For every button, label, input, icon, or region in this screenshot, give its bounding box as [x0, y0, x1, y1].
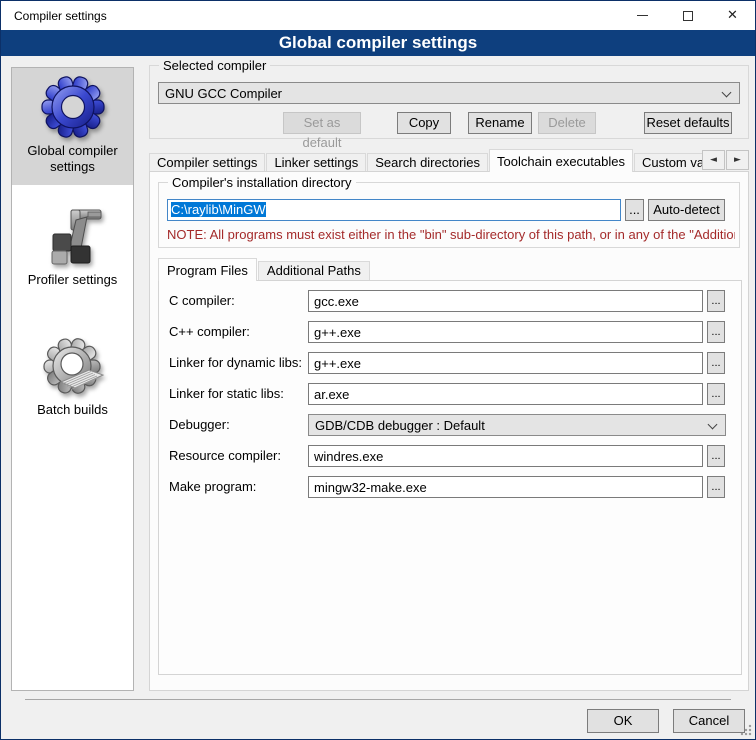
- cpp-compiler-browse-button[interactable]: ...: [707, 321, 725, 343]
- cancel-button[interactable]: Cancel: [673, 709, 745, 733]
- debugger-label: Debugger:: [169, 414, 230, 436]
- cpp-compiler-row: C++ compiler: ...: [159, 321, 741, 343]
- arrow-right-icon: ►: [734, 155, 741, 165]
- footer-divider: [25, 699, 731, 700]
- cpp-compiler-input[interactable]: [308, 321, 703, 343]
- caliper-blocks-icon: [41, 204, 105, 268]
- tab-toolchain-executables[interactable]: Toolchain executables: [489, 149, 633, 172]
- tab-compiler-settings[interactable]: Compiler settings: [149, 153, 265, 172]
- dynamic-linker-row: Linker for dynamic libs: ...: [159, 352, 741, 374]
- auto-detect-button[interactable]: Auto-detect: [648, 199, 725, 221]
- minimize-button[interactable]: [620, 1, 665, 30]
- sidebar-item-label: Batch builds: [37, 402, 108, 417]
- titlebar[interactable]: Compiler settings ✕: [1, 1, 755, 30]
- sidebar-item-profiler-settings[interactable]: Profiler settings: [12, 197, 133, 297]
- bin-subdirectory-note: NOTE: All programs must exist either in …: [167, 227, 735, 242]
- dynamic-linker-input[interactable]: [308, 352, 703, 374]
- debugger-row: Debugger: GDB/CDB debugger : Default: [159, 414, 741, 436]
- tab-search-directories[interactable]: Search directories: [367, 153, 488, 172]
- installation-directory-group-label: Compiler's installation directory: [168, 175, 356, 190]
- dialog-content: Global compiler settings: [1, 56, 755, 739]
- dynamic-linker-label: Linker for dynamic libs:: [169, 352, 302, 374]
- c-compiler-label: C compiler:: [169, 290, 235, 312]
- copy-button[interactable]: Copy: [397, 112, 451, 134]
- installation-directory-input[interactable]: C:\raylib\MinGW: [167, 199, 621, 221]
- c-compiler-input[interactable]: [308, 290, 703, 312]
- browse-directory-button[interactable]: ...: [625, 199, 644, 221]
- sidebar-item-label: Global compiler settings: [27, 143, 117, 174]
- static-linker-browse-button[interactable]: ...: [707, 383, 725, 405]
- program-files-panel: C compiler: ... C++ compiler: ... Linker…: [158, 280, 742, 675]
- sidebar-item-global-compiler-settings[interactable]: Global compiler settings: [12, 68, 133, 185]
- tab-linker-settings[interactable]: Linker settings: [266, 153, 366, 172]
- tab-program-files[interactable]: Program Files: [158, 258, 257, 281]
- c-compiler-browse-button[interactable]: ...: [707, 290, 725, 312]
- blue-gear-icon: [41, 75, 105, 139]
- set-as-default-button[interactable]: Set as default: [283, 112, 361, 134]
- installation-directory-value: C:\raylib\MinGW: [171, 202, 266, 217]
- page-title: Global compiler settings: [1, 30, 755, 56]
- sidebar-item-label: Profiler settings: [28, 272, 118, 287]
- static-linker-row: Linker for static libs: ...: [159, 383, 741, 405]
- chevron-down-icon: [722, 88, 732, 98]
- program-files-tabs: Program Files Additional Paths: [158, 258, 370, 280]
- static-linker-label: Linker for static libs:: [169, 383, 284, 405]
- maximize-button[interactable]: [665, 1, 710, 30]
- resize-grip[interactable]: [740, 724, 752, 736]
- make-program-browse-button[interactable]: ...: [707, 476, 725, 498]
- gray-gear-stack-icon: [41, 334, 105, 398]
- toolchain-executables-panel: Compiler's installation directory C:\ray…: [149, 171, 749, 691]
- tab-scroll-right-button[interactable]: ►: [726, 150, 749, 170]
- reset-defaults-button[interactable]: Reset defaults: [644, 112, 732, 134]
- cpp-compiler-label: C++ compiler:: [169, 321, 250, 343]
- ok-button[interactable]: OK: [587, 709, 659, 733]
- resource-compiler-label: Resource compiler:: [169, 445, 281, 467]
- window-title: Compiler settings: [1, 9, 107, 23]
- selected-compiler-group: Selected compiler GNU GCC Compiler Set a…: [149, 65, 749, 139]
- make-program-input[interactable]: [308, 476, 703, 498]
- close-button[interactable]: ✕: [710, 1, 755, 30]
- make-program-label: Make program:: [169, 476, 256, 498]
- debugger-select[interactable]: GDB/CDB debugger : Default: [308, 414, 726, 436]
- compiler-select-value: GNU GCC Compiler: [165, 86, 282, 101]
- compiler-settings-dialog: Compiler settings ✕ Global compiler sett…: [0, 0, 756, 740]
- static-linker-input[interactable]: [308, 383, 703, 405]
- caption-buttons: ✕: [620, 1, 755, 30]
- selected-compiler-group-label: Selected compiler: [159, 58, 270, 73]
- debugger-select-value: GDB/CDB debugger : Default: [315, 418, 485, 433]
- c-compiler-row: C compiler: ...: [159, 290, 741, 312]
- arrow-left-icon: ◄: [710, 155, 717, 165]
- minimize-icon: [637, 15, 648, 16]
- tab-scroll-left-button[interactable]: ◄: [702, 150, 725, 170]
- chevron-down-icon: [708, 420, 718, 430]
- dynamic-linker-browse-button[interactable]: ...: [707, 352, 725, 374]
- settings-tabs: Compiler settings Linker settings Search…: [149, 149, 702, 172]
- compiler-select[interactable]: GNU GCC Compiler: [158, 82, 740, 104]
- sidebar-item-batch-builds[interactable]: Batch builds: [12, 327, 133, 427]
- close-icon: ✕: [727, 8, 738, 23]
- rename-button[interactable]: Rename: [468, 112, 532, 134]
- tab-additional-paths[interactable]: Additional Paths: [258, 261, 370, 280]
- installation-directory-group: Compiler's installation directory C:\ray…: [158, 182, 740, 248]
- resource-compiler-browse-button[interactable]: ...: [707, 445, 725, 467]
- make-program-row: Make program: ...: [159, 476, 741, 498]
- resource-compiler-row: Resource compiler: ...: [159, 445, 741, 467]
- delete-button[interactable]: Delete: [538, 112, 596, 134]
- resource-compiler-input[interactable]: [308, 445, 703, 467]
- maximize-icon: [683, 11, 693, 21]
- tab-custom-variables[interactable]: Custom variables: [634, 153, 702, 172]
- settings-category-list: Global compiler settings: [11, 67, 134, 691]
